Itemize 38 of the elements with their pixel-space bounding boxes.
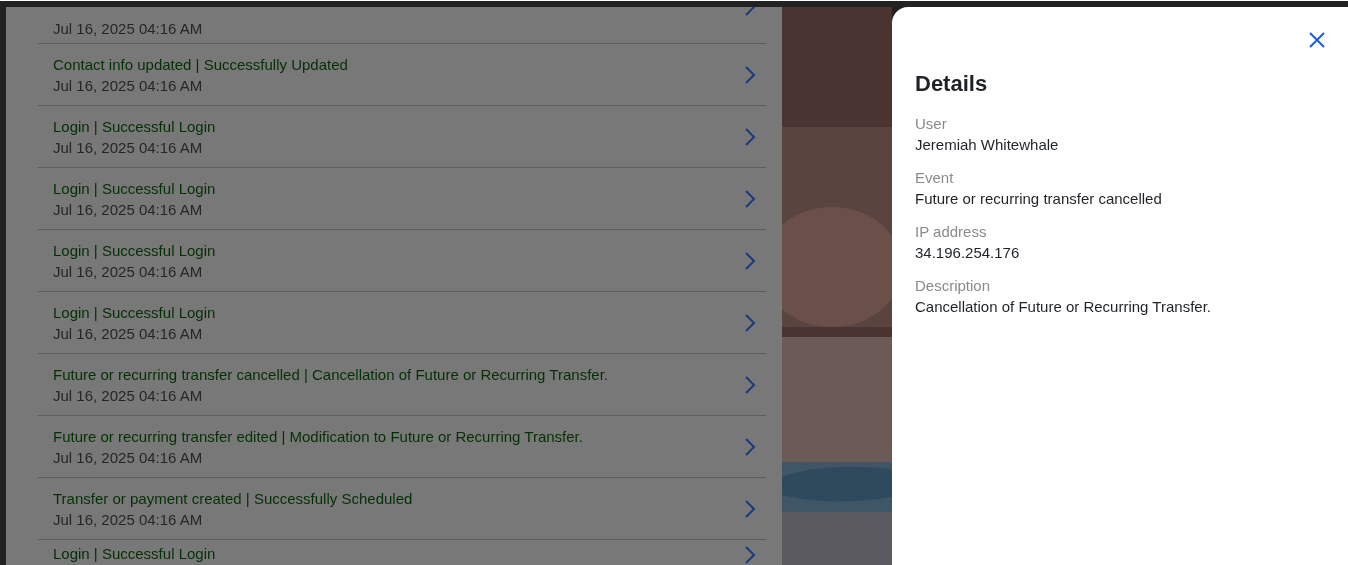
activity-row[interactable]: Login | Successful Login Jul 16, 2025 04:16 AM	[38, 168, 766, 230]
activity-row[interactable]: Jul 16, 2025 04:16 AM	[38, 7, 766, 44]
field-label: Event	[915, 169, 955, 186]
event-title: Login | Successful Login	[53, 545, 217, 562]
event-date: Jul 16, 2025 04:16 AM	[53, 510, 204, 528]
activity-row[interactable]: Login | Successful Login Jul 16, 2025 04:16 AM	[38, 106, 766, 168]
event-title: Future or recurring transfer cancelled | Cancellation of Future or Recurring Transfer.	[53, 365, 609, 383]
event-title: Future or recurring transfer edited | Modification to Future or Recurring Transfer.	[53, 427, 584, 445]
activity-row[interactable]: Transfer or payment created | Successfully Scheduled Jul 16, 2025 04:16 AM	[38, 478, 766, 540]
event-title: Contact info updated | Successfully Updated	[53, 55, 349, 73]
activity-row[interactable]: Login | Successful Login	[38, 540, 766, 565]
event-title: Login | Successful Login	[53, 303, 217, 321]
field-value: Future or recurring transfer cancelled	[915, 190, 1163, 207]
field-label: IP address	[915, 223, 988, 240]
event-date: Jul 16, 2025 04:16 AM	[53, 448, 204, 466]
field-label: Description	[915, 277, 992, 294]
activity-row[interactable]: Login | Successful Login Jul 16, 2025 04:16 AM	[38, 230, 766, 292]
close-icon[interactable]	[1308, 31, 1326, 49]
event-date: Jul 16, 2025 04:16 AM	[53, 324, 204, 342]
field-value: 34.196.254.176	[915, 244, 1021, 261]
field-value: Cancellation of Future or Recurring Transfer.	[915, 298, 1212, 315]
field-label: User	[915, 115, 948, 132]
event-title: Login | Successful Login	[53, 117, 217, 135]
activity-row[interactable]: Future or recurring transfer edited | Modification to Future or Recurring Transfer. Jul 16, 2025 04:16 AM	[38, 416, 766, 478]
event-title: Login | Successful Login	[53, 241, 217, 259]
event-date: Jul 16, 2025 04:16 AM	[53, 200, 204, 218]
event-date: Jul 16, 2025 04:16 AM	[53, 20, 204, 37]
event-title: Login | Successful Login	[53, 179, 217, 197]
event-title: Transfer or payment created | Successfully Scheduled	[53, 489, 414, 507]
panel-title: Details	[915, 71, 989, 97]
activity-row[interactable]: Contact info updated | Successfully Updated Jul 16, 2025 04:16 AM	[38, 44, 766, 106]
activity-row[interactable]: Login | Successful Login Jul 16, 2025 04:16 AM	[38, 292, 766, 354]
activity-row[interactable]: Future or recurring transfer cancelled | Cancellation of Future or Recurring Transfer. Jul 16, 2025 04:16 AM	[38, 354, 766, 416]
field-value: Jeremiah Whitewhale	[915, 136, 1060, 153]
event-date: Jul 16, 2025 04:16 AM	[53, 262, 204, 280]
event-date: Jul 16, 2025 04:16 AM	[53, 386, 204, 404]
event-date: Jul 16, 2025 04:16 AM	[53, 138, 204, 156]
event-date: Jul 16, 2025 04:16 AM	[53, 76, 204, 94]
